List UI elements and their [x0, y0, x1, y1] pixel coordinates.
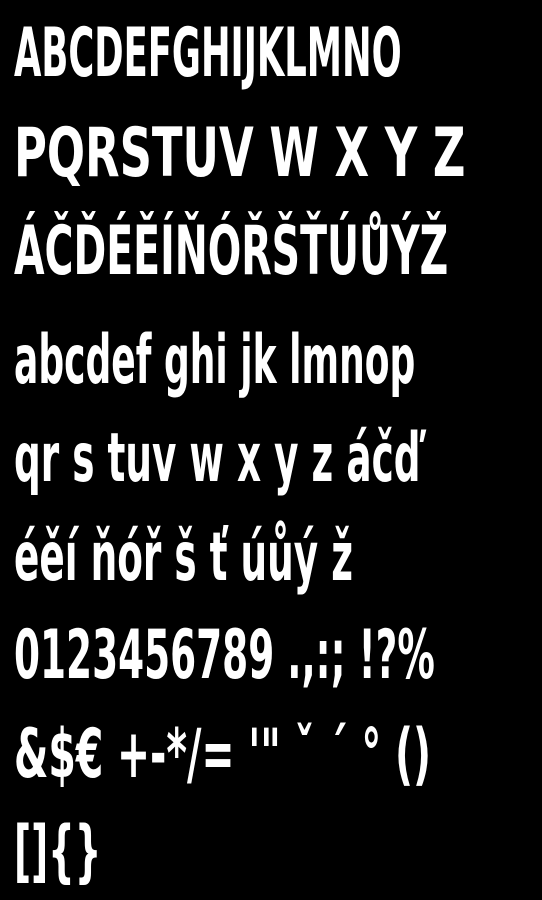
uppercase-line-1: ABCDEFGHIJKLMNO — [14, 14, 402, 93]
lowercase-line-2: qr s tuv w x y z áčď — [14, 419, 421, 498]
digits-punctuation-line: 0123456789 .,:; !?% — [14, 616, 435, 695]
lowercase-line-1: abcdef ghi jk lmnop — [14, 321, 416, 400]
brackets-line: []{} — [14, 812, 102, 891]
symbols-line: &$€ +-*/= '" ˇ ´ ° () — [14, 715, 431, 794]
uppercase-line-2: PQRSTUV W X Y Z — [14, 114, 466, 193]
uppercase-accented-line: ÁČĎÉĚÍŇÓŘŠŤÚŮÝŽ — [14, 212, 449, 291]
font-specimen: ABCDEFGHIJKLMNO PQRSTUV W X Y Z ÁČĎÉĚÍŇÓ… — [0, 0, 542, 900]
lowercase-accented-line: éěí ňóř š ť úůý ž — [14, 518, 353, 597]
